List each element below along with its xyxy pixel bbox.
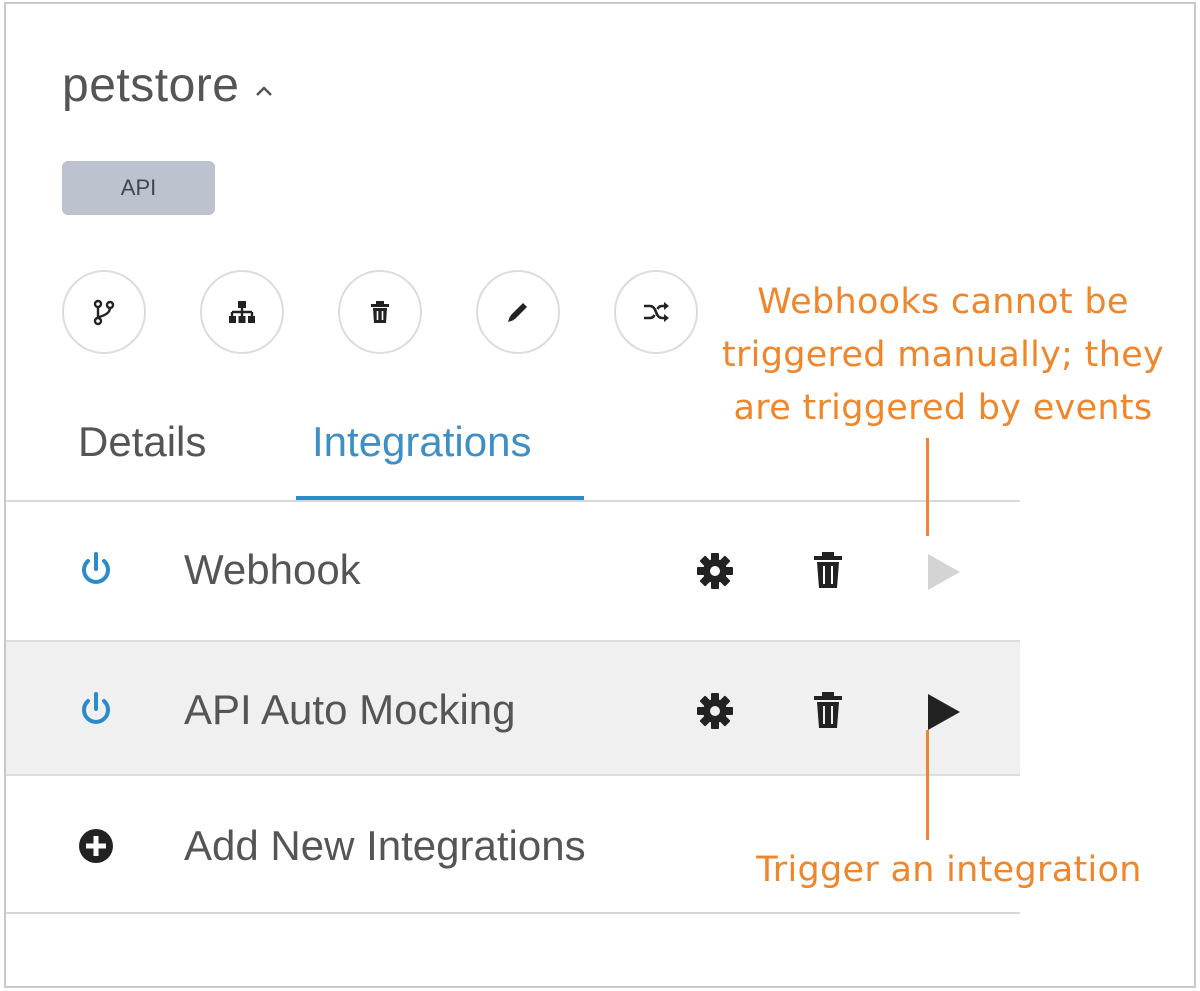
- integration-row-auto-mocking: API Auto Mocking: [6, 640, 1020, 776]
- trash-icon: [371, 301, 389, 323]
- branch-button[interactable]: [62, 270, 146, 354]
- annotation-leader-line: [926, 438, 929, 536]
- play-icon-disabled: [928, 554, 960, 590]
- integration-row-webhook: Webhook: [6, 502, 1020, 638]
- pencil-icon: [508, 303, 527, 322]
- delete-api-button[interactable]: [338, 270, 422, 354]
- chevron-up-icon: [256, 85, 273, 96]
- api-title-toggle[interactable]: petstore: [62, 58, 275, 113]
- api-type-badge: API: [62, 161, 215, 215]
- plus-circle-icon: [79, 829, 113, 863]
- tab-integrations[interactable]: Integrations: [312, 418, 531, 502]
- integration-label: API Auto Mocking: [184, 686, 516, 733]
- gear-icon[interactable]: [696, 552, 734, 590]
- power-icon[interactable]: [76, 690, 116, 730]
- tab-details[interactable]: Details: [78, 418, 206, 502]
- webhook-annotation: Webhooks cannot be triggered manually; t…: [721, 282, 1165, 428]
- trash-icon[interactable]: [810, 690, 846, 730]
- trigger-annotation: Trigger an integration: [756, 850, 1142, 890]
- structure-button[interactable]: [200, 270, 284, 354]
- add-integration-label: Add New Integrations: [184, 822, 586, 869]
- play-icon[interactable]: [924, 692, 964, 732]
- integration-label: Webhook: [184, 546, 361, 593]
- power-icon[interactable]: [76, 550, 116, 590]
- trash-icon[interactable]: [810, 550, 846, 590]
- edit-api-button[interactable]: [476, 270, 560, 354]
- sitemap-icon: [229, 301, 255, 323]
- shuffle-button[interactable]: [614, 270, 698, 354]
- gear-icon[interactable]: [696, 692, 734, 730]
- api-name: petstore: [62, 59, 240, 112]
- annotation-leader-line: [926, 730, 929, 840]
- shuffle-icon: [644, 302, 669, 322]
- branch-icon: [93, 299, 115, 326]
